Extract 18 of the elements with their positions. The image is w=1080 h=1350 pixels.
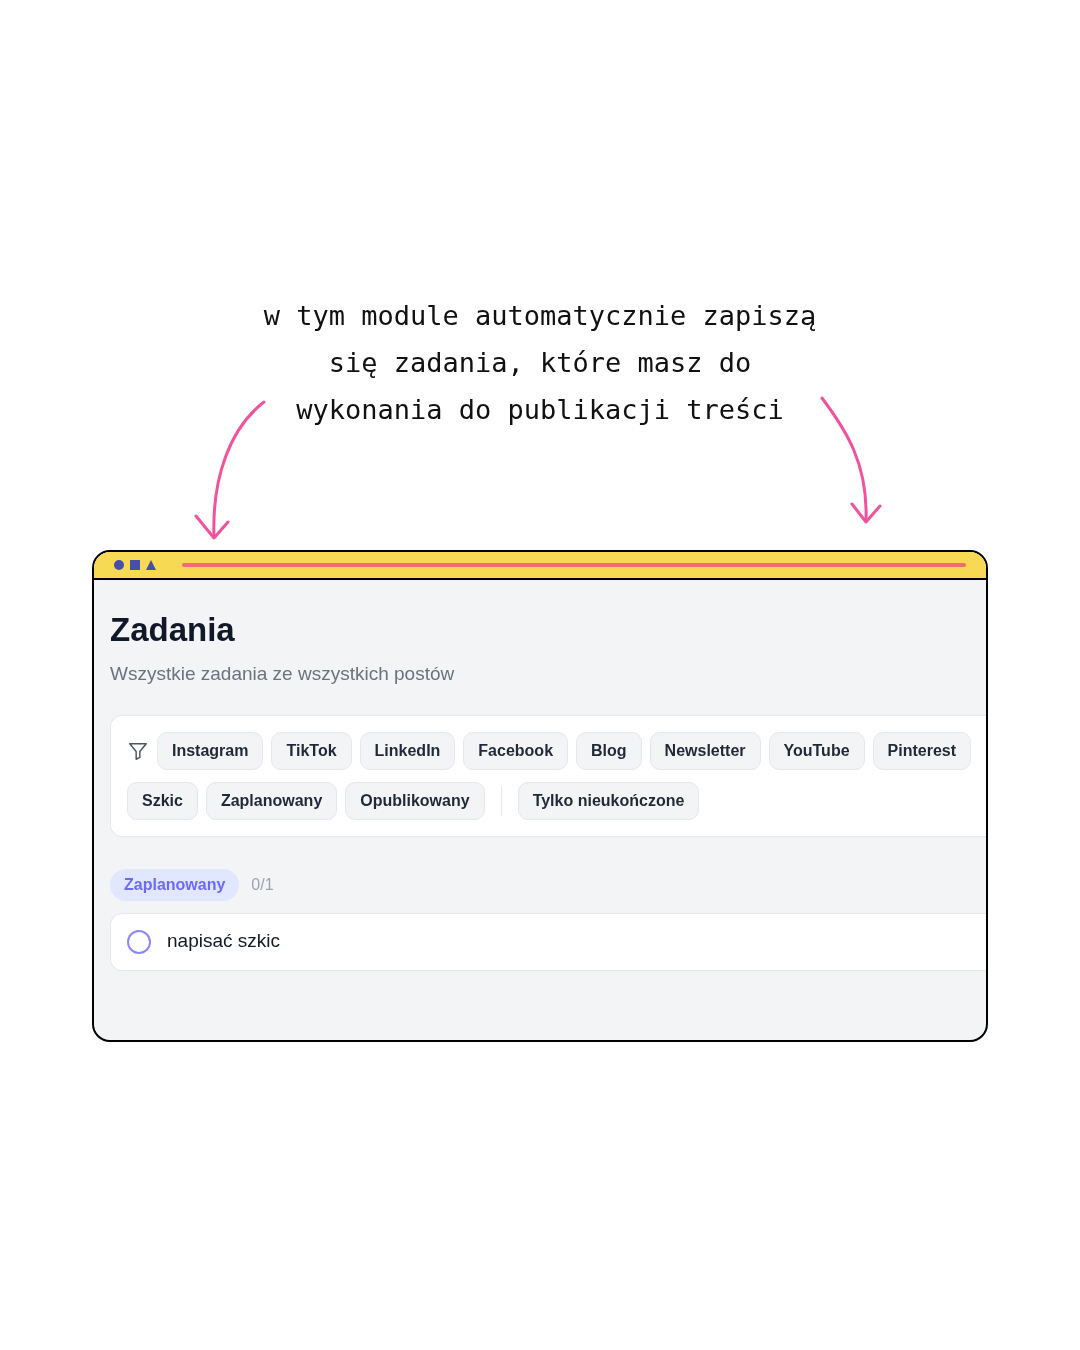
- filter-chip[interactable]: Instagram: [157, 731, 264, 770]
- filter-chip[interactable]: Tylko nieukończone: [517, 781, 700, 820]
- status-badge: Zaplanowany: [110, 868, 240, 901]
- filter-chip[interactable]: Szkic: [127, 781, 198, 820]
- page-subtitle: Wszystkie zadania ze wszystkich postów: [110, 662, 456, 686]
- filter-chip[interactable]: YouTube: [768, 731, 865, 770]
- filter-chip[interactable]: Facebook: [463, 731, 569, 770]
- filter-chip[interactable]: Pinterest: [872, 731, 972, 770]
- filter-chip[interactable]: Blog: [576, 731, 642, 770]
- filter-chip[interactable]: Zaplanowany: [205, 781, 338, 820]
- filter-chip[interactable]: Opublikowany: [345, 781, 485, 820]
- task-text: napisać szkic: [167, 929, 280, 954]
- caption: w tym module automatycznie zapiszą się zadania, które masz do wykonania do publikacji treści: [262, 299, 818, 427]
- page-title: Zadania: [110, 610, 236, 650]
- filter-chip[interactable]: Newsletter: [649, 731, 761, 770]
- task-count: 0/1: [251, 874, 274, 895]
- filter-chip[interactable]: LinkedIn: [359, 731, 456, 770]
- filter-chip[interactable]: TikTok: [271, 731, 352, 770]
